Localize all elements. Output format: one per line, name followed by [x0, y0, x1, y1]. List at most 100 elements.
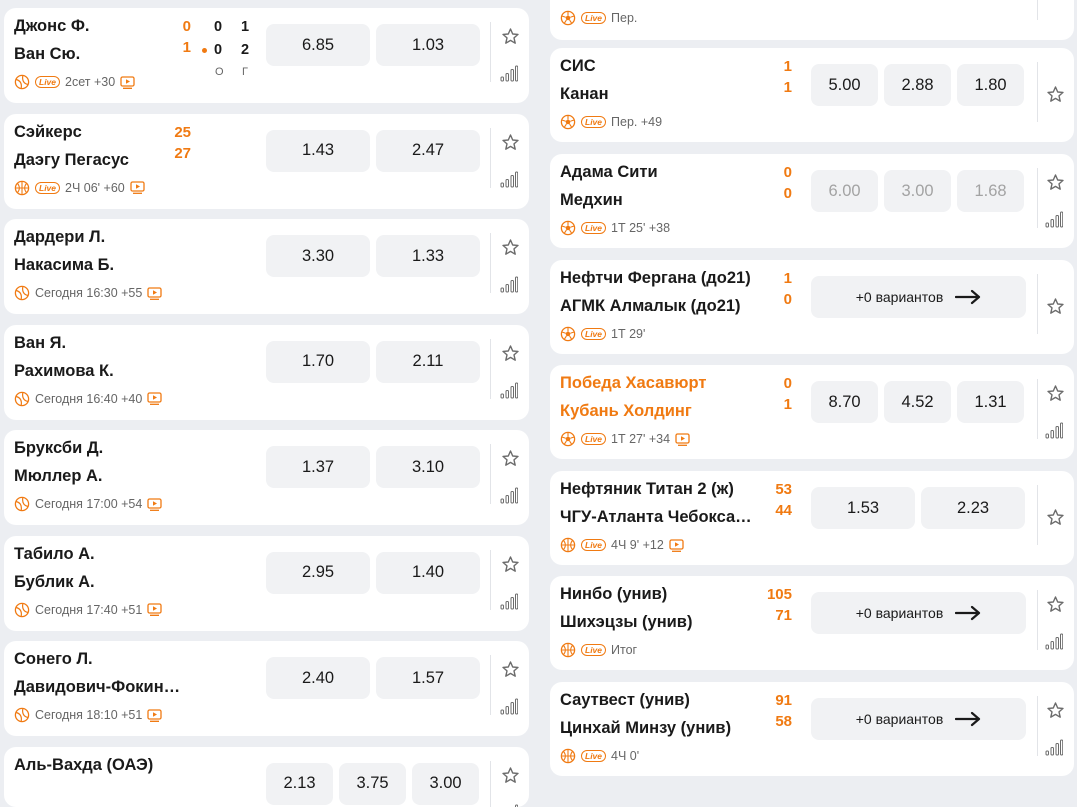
statistics-icon[interactable] — [500, 65, 518, 82]
favorite-star-icon[interactable] — [501, 660, 520, 679]
team1-name[interactable]: Адама Сити — [560, 163, 658, 182]
event-card[interactable]: Адама Сити Медхин 0 0 Live 1Т 25' +38 6.00 3.00… — [550, 154, 1074, 248]
odds-button[interactable]: 2.23 — [921, 487, 1025, 529]
odds-button[interactable]: 1.53 — [811, 487, 915, 529]
statistics-icon[interactable] — [1045, 633, 1063, 650]
odds-button[interactable]: 1.68 — [957, 170, 1024, 212]
event-card[interactable]: Джонс Ф. Ван Сю. 0 1 0 1 0 2 О Г Live 2сет +30 6.85 1… — [4, 8, 529, 103]
team2-name[interactable]: Канан — [560, 85, 609, 104]
team1-name[interactable]: Сэйкерс — [14, 123, 82, 142]
team2-name[interactable]: Накасима Б. — [14, 256, 114, 275]
team1-name[interactable]: Нинбо (унив) — [560, 585, 667, 604]
team1-name[interactable]: Аль-Вахда (ОАЭ) — [14, 756, 153, 775]
statistics-icon[interactable] — [1045, 422, 1063, 439]
odds-button[interactable]: 1.37 — [266, 446, 370, 488]
more-options-button[interactable]: +0 вариантов — [811, 276, 1026, 318]
odds-button[interactable]: 1.43 — [266, 129, 370, 172]
statistics-icon[interactable] — [500, 698, 518, 715]
team2-name[interactable]: Бублик А. — [14, 573, 95, 592]
event-card[interactable]: Бруксби Д. Мюллер А. Сегодня 17:00 +54 1.37… — [4, 430, 529, 525]
event-card[interactable]: Дардери Л. Накасима Б. Сегодня 16:30 +55 3.… — [4, 219, 529, 314]
odds-button[interactable]: 3.00 — [412, 762, 479, 805]
odds-button[interactable]: 1.80 — [957, 64, 1024, 106]
team2-name[interactable]: Шихэцзы (унив) — [560, 613, 692, 632]
team2-name[interactable]: АГМК Алмалык (до21) — [560, 297, 741, 316]
favorite-star-icon[interactable] — [1046, 173, 1065, 192]
odds-button[interactable]: 5.00 — [811, 64, 878, 106]
team2-name[interactable]: Ван Сю. — [14, 45, 80, 64]
team2-name[interactable]: Даэгу Пегасус — [14, 151, 129, 170]
favorite-star-icon[interactable] — [1046, 297, 1065, 316]
event-card[interactable]: Live Пер. — [550, 0, 1074, 40]
team1-name[interactable]: Ван Я. — [14, 334, 66, 353]
statistics-icon[interactable] — [500, 382, 518, 399]
statistics-icon[interactable] — [1045, 211, 1063, 228]
event-card[interactable]: Нинбо (унив) Шихэцзы (унив) 105 71 Live Итог +… — [550, 576, 1074, 670]
event-card[interactable]: Саутвест (унив) Цинхай Минзу (унив) 91 58 Li… — [550, 682, 1074, 776]
team2-name[interactable]: Цинхай Минзу (унив) — [560, 719, 731, 738]
favorite-star-icon[interactable] — [501, 766, 520, 785]
live-stream-icon[interactable] — [147, 708, 162, 722]
team1-name[interactable]: Победа Хасавюрт — [560, 374, 706, 393]
live-stream-icon[interactable] — [675, 432, 690, 446]
team1-name[interactable]: Саутвест (унив) — [560, 691, 690, 710]
odds-button[interactable]: 2.47 — [376, 129, 480, 172]
team1-name[interactable]: Бруксби Д. — [14, 439, 103, 458]
favorite-star-icon[interactable] — [501, 27, 520, 46]
team1-name[interactable]: Сонего Л. — [14, 650, 93, 669]
team2-name[interactable]: Кубань Холдинг — [560, 402, 692, 421]
team1-name[interactable]: СИС — [560, 57, 596, 76]
odds-button[interactable]: 3.30 — [266, 235, 370, 277]
statistics-icon[interactable] — [500, 276, 518, 293]
team2-name[interactable]: Мюллер А. — [14, 467, 103, 486]
live-stream-icon[interactable] — [120, 75, 135, 89]
favorite-star-icon[interactable] — [501, 344, 520, 363]
team2-name[interactable]: Рахимова К. — [14, 362, 114, 381]
favorite-star-icon[interactable] — [501, 555, 520, 574]
favorite-star-icon[interactable] — [1046, 384, 1065, 403]
odds-button[interactable]: 2.40 — [266, 657, 370, 699]
odds-button[interactable]: 8.70 — [811, 381, 878, 423]
live-stream-icon[interactable] — [147, 603, 162, 616]
team2-name[interactable]: Давидович-Фокина А. — [14, 678, 184, 697]
favorite-star-icon[interactable] — [1046, 701, 1065, 720]
odds-button[interactable]: 1.33 — [376, 235, 480, 277]
event-card[interactable]: Победа Хасавюрт Кубань Холдинг 0 1 Live 1Т 27… — [550, 365, 1074, 459]
odds-button[interactable]: 3.75 — [339, 762, 406, 805]
event-card[interactable]: Нефтчи Фергана (до21) АГМК Алмалык (до21)… — [550, 260, 1074, 354]
team1-name[interactable]: Нефтяник Титан 2 (ж) — [560, 480, 734, 499]
odds-button[interactable]: 1.70 — [266, 340, 370, 383]
odds-button[interactable]: 1.40 — [376, 551, 480, 594]
odds-button[interactable]: 2.11 — [376, 340, 480, 383]
team1-name[interactable]: Дардери Л. — [14, 228, 105, 247]
team2-name[interactable]: Медхин — [560, 191, 623, 210]
odds-button[interactable]: 2.88 — [884, 64, 951, 106]
favorite-star-icon[interactable] — [501, 449, 520, 468]
odds-button[interactable]: 6.00 — [811, 170, 878, 212]
odds-button[interactable]: 3.10 — [376, 446, 480, 488]
event-card[interactable]: Ван Я. Рахимова К. Сегодня 16:40 +40 1.70 2.… — [4, 324, 529, 420]
favorite-star-icon[interactable] — [501, 133, 520, 152]
team2-name[interactable]: ЧГУ-Атланта Чебоксары (ж) — [560, 508, 756, 527]
favorite-star-icon[interactable] — [501, 238, 520, 257]
favorite-star-icon[interactable] — [1046, 85, 1065, 104]
favorite-star-icon[interactable] — [1046, 595, 1065, 614]
live-stream-icon[interactable] — [147, 392, 162, 405]
event-card[interactable]: Нефтяник Титан 2 (ж) ЧГУ-Атланта Чебоксар… — [550, 471, 1074, 565]
odds-button[interactable]: 2.13 — [266, 762, 333, 805]
statistics-icon[interactable] — [500, 171, 518, 188]
event-card[interactable]: Сэйкерс Даэгу Пегасус 25 27 Live 2Ч 06' +60 1.… — [4, 113, 529, 209]
live-stream-icon[interactable] — [669, 538, 684, 552]
odds-button[interactable]: 1.03 — [376, 24, 480, 66]
live-stream-icon[interactable] — [147, 286, 162, 300]
odds-button[interactable]: 1.57 — [376, 657, 480, 699]
team1-name[interactable]: Табило А. — [14, 545, 95, 564]
event-card[interactable]: СИС Канан 1 1 Live Пер. +49 5.00 2.88 1.80 — [550, 48, 1074, 142]
statistics-icon[interactable] — [500, 487, 518, 504]
event-card[interactable]: Сонего Л. Давидович-Фокина А. Сегодня 18:1… — [4, 641, 529, 736]
statistics-icon[interactable] — [1045, 739, 1063, 756]
odds-button[interactable]: 3.00 — [884, 170, 951, 212]
odds-button[interactable]: 1.31 — [957, 381, 1024, 423]
event-card[interactable]: Табило А. Бублик А. Сегодня 17:40 +51 2.95 1… — [4, 535, 529, 631]
statistics-icon[interactable] — [500, 804, 518, 807]
